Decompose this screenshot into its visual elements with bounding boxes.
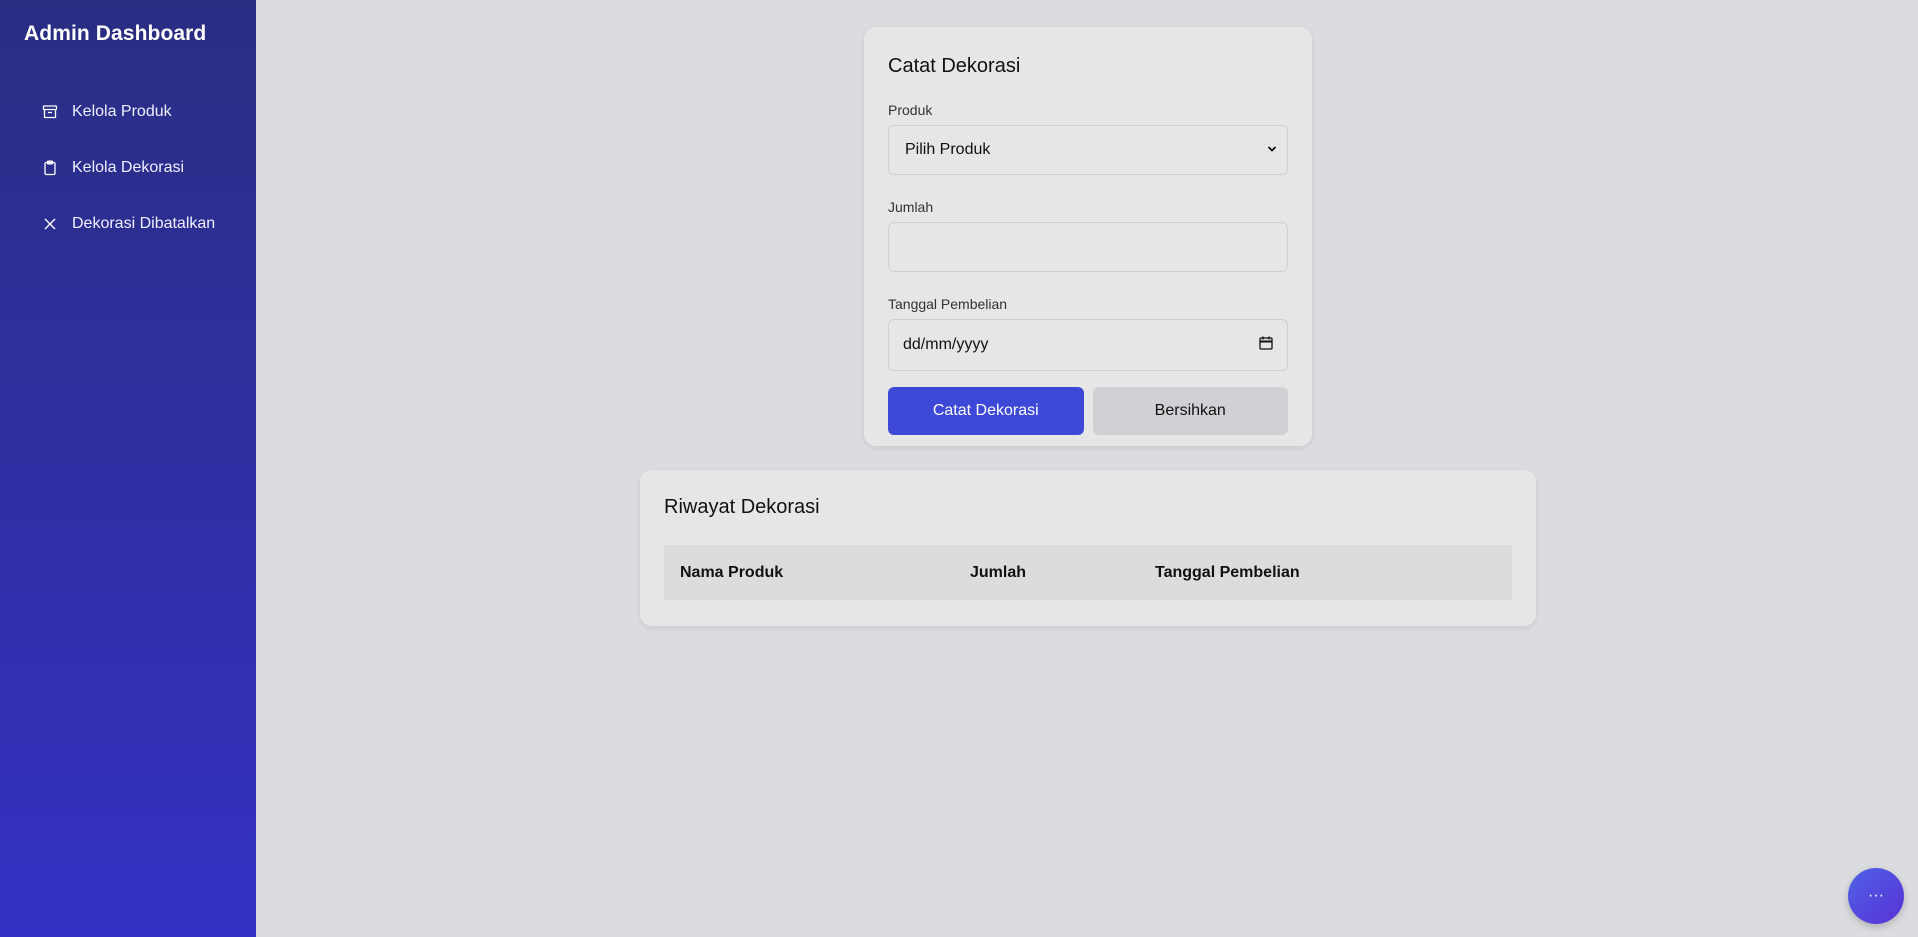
archive-icon bbox=[42, 104, 58, 120]
bersihkan-button[interactable]: Bersihkan bbox=[1092, 387, 1288, 435]
close-icon bbox=[42, 216, 58, 232]
history-title: Riwayat Dekorasi bbox=[664, 496, 820, 518]
jumlah-label: Jumlah bbox=[888, 199, 934, 215]
sidebar-item-label: Dekorasi Dibatalkan bbox=[72, 215, 216, 232]
sidebar-item-label: Kelola Dekorasi bbox=[72, 159, 185, 176]
catat-dekorasi-button[interactable]: Catat Dekorasi bbox=[888, 387, 1084, 435]
produk-selected-value: Pilih Produk bbox=[905, 141, 991, 158]
tanggal-pembelian-input[interactable]: dd/mm/yyyy bbox=[888, 319, 1288, 371]
chevron-down-icon bbox=[1267, 143, 1277, 157]
history-table-header: Nama Produk Jumlah Tanggal Pembelian bbox=[664, 545, 1512, 600]
column-header-tanggal-pembelian: Tanggal Pembelian bbox=[1155, 563, 1300, 581]
tanggal-value: dd/mm/yyyy bbox=[903, 336, 989, 353]
sidebar-item-kelola-produk[interactable]: Kelola Produk bbox=[0, 84, 256, 140]
clipboard-icon bbox=[42, 160, 58, 176]
calendar-icon[interactable] bbox=[1259, 336, 1273, 355]
column-header-jumlah: Jumlah bbox=[970, 563, 1027, 581]
form-title: Catat Dekorasi bbox=[888, 55, 1021, 77]
sidebar-brand: Admin Dashboard bbox=[24, 22, 207, 45]
column-header-nama-produk: Nama Produk bbox=[680, 563, 784, 581]
sidebar-nav: Kelola Produk Kelola Dekorasi Dekorasi D… bbox=[0, 84, 256, 252]
riwayat-dekorasi-card: Riwayat Dekorasi Nama Produk Jumlah Tang… bbox=[640, 470, 1536, 626]
sidebar-item-label: Kelola Produk bbox=[72, 103, 172, 120]
sidebar-item-dekorasi-dibatalkan[interactable]: Dekorasi Dibatalkan bbox=[0, 196, 256, 252]
sidebar-item-kelola-dekorasi[interactable]: Kelola Dekorasi bbox=[0, 140, 256, 196]
catat-dekorasi-card: Catat Dekorasi Produk Pilih Produk Jumla… bbox=[864, 27, 1312, 446]
more-icon: ··· bbox=[1868, 887, 1884, 904]
chat-fab-button[interactable]: ··· bbox=[1848, 868, 1904, 924]
sidebar: Admin Dashboard Kelola Produk Kelola Dek… bbox=[0, 0, 256, 937]
produk-select[interactable]: Pilih Produk bbox=[888, 125, 1288, 175]
tanggal-label: Tanggal Pembelian bbox=[888, 296, 1008, 312]
produk-label: Produk bbox=[888, 102, 933, 118]
jumlah-input[interactable] bbox=[888, 222, 1288, 272]
form-actions: Catat Dekorasi Bersihkan bbox=[888, 387, 1288, 435]
